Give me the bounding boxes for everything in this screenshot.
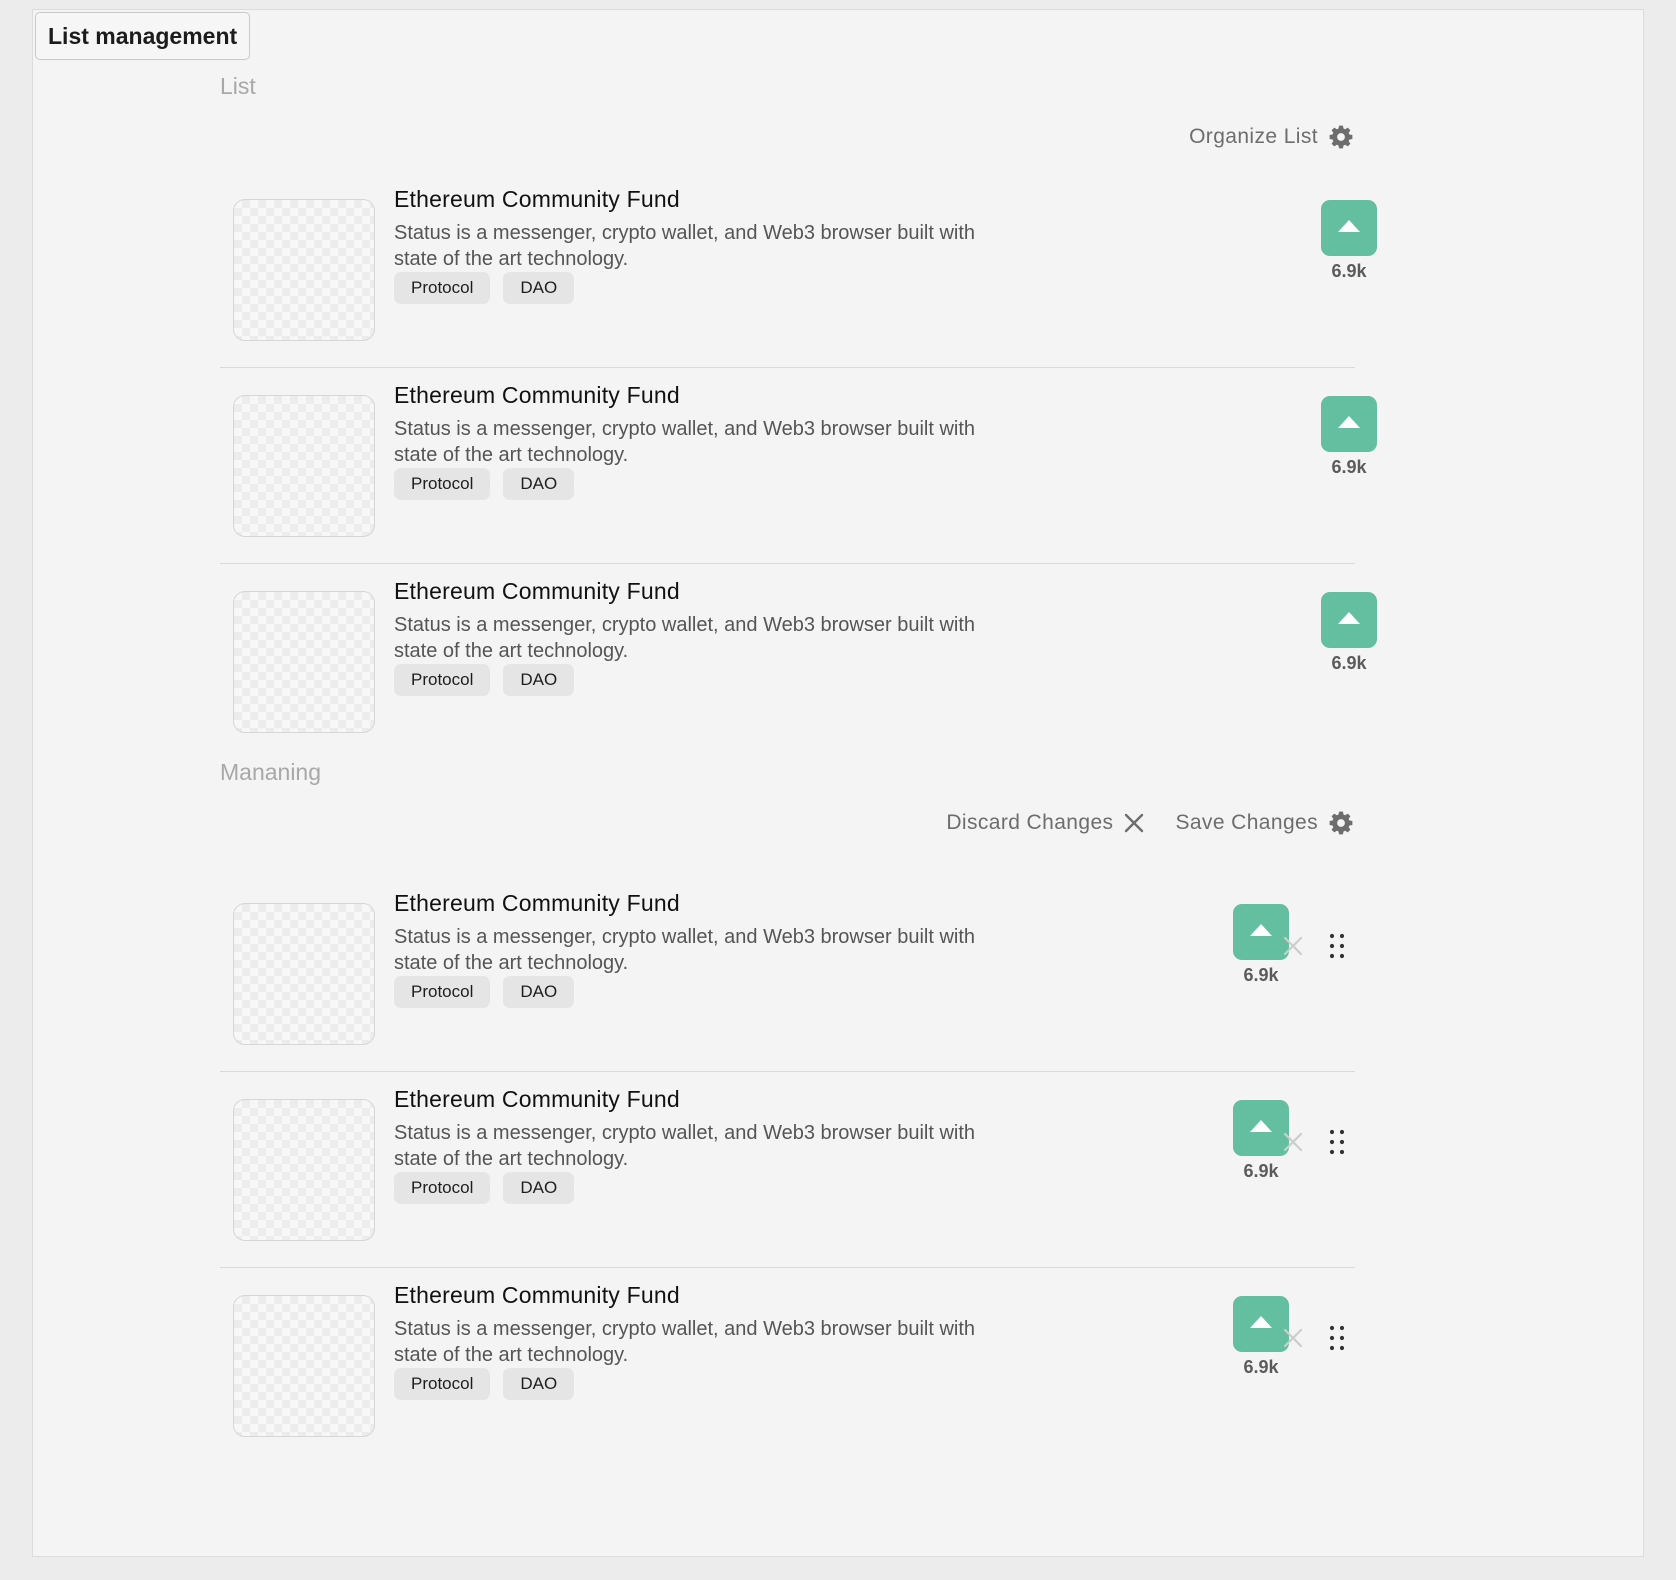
project-description: Status is a messenger, crypto wallet, an…: [394, 1318, 976, 1366]
managing-toolbar: Discard Changes Save Changes: [946, 810, 1354, 836]
list-item: Ethereum Community Fund Status is a messe…: [220, 564, 1377, 760]
list-toolbar: Organize List: [1189, 124, 1354, 150]
tag-protocol: Protocol: [394, 468, 491, 500]
drag-handle-icon: [1329, 1325, 1345, 1356]
arrow-up-icon: [1248, 922, 1274, 943]
upvote-button[interactable]: [1321, 200, 1377, 256]
remove-item-button[interactable]: [1279, 1130, 1307, 1158]
tag-dao: DAO: [503, 1368, 575, 1400]
project-title: Ethereum Community Fund: [394, 890, 680, 916]
tag-dao: DAO: [503, 976, 575, 1008]
tag-list: Protocol DAO: [394, 664, 575, 696]
project-thumbnail: [233, 395, 375, 537]
discard-changes-button[interactable]: Discard Changes: [946, 811, 1145, 835]
tag-protocol: Protocol: [394, 664, 491, 696]
tag-dao: DAO: [503, 664, 575, 696]
frame-title: List management: [35, 12, 251, 60]
tag-protocol: Protocol: [394, 976, 491, 1008]
vote-count: 6.9k: [1331, 261, 1367, 281]
arrow-up-icon: [1248, 1314, 1274, 1335]
drag-handle-icon: [1329, 933, 1345, 964]
project-description: Status is a messenger, crypto wallet, an…: [394, 614, 976, 662]
discard-changes-label: Discard Changes: [946, 811, 1114, 834]
upvote-button[interactable]: [1321, 592, 1377, 648]
list-section-label: List: [220, 73, 256, 99]
project-title: Ethereum Community Fund: [394, 186, 680, 212]
project-thumbnail: [233, 199, 375, 341]
arrow-up-icon: [1336, 610, 1362, 631]
tag-list: Protocol DAO: [394, 1368, 575, 1400]
tag-dao: DAO: [503, 468, 575, 500]
gear-icon: [1328, 810, 1354, 836]
project-description: Status is a messenger, crypto wallet, an…: [394, 1122, 976, 1170]
managing-section: Ethereum Community Fund Status is a messe…: [220, 876, 1355, 1464]
arrow-up-icon: [1248, 1118, 1274, 1139]
tag-list: Protocol DAO: [394, 1172, 575, 1204]
project-thumbnail: [233, 591, 375, 733]
drag-handle[interactable]: [1324, 1325, 1350, 1356]
gear-icon: [1328, 124, 1354, 150]
tag-protocol: Protocol: [394, 1172, 491, 1204]
tag-dao: DAO: [503, 272, 575, 304]
project-thumbnail: [233, 1295, 375, 1437]
close-icon: [1282, 935, 1304, 962]
close-icon: [1282, 1131, 1304, 1158]
save-changes-label: Save Changes: [1175, 811, 1318, 834]
arrow-up-icon: [1336, 218, 1362, 239]
project-description: Status is a messenger, crypto wallet, an…: [394, 222, 976, 270]
managing-section-label: Mananing: [220, 759, 322, 785]
vote-count: 6.9k: [1331, 457, 1367, 477]
project-title: Ethereum Community Fund: [394, 382, 680, 408]
tag-dao: DAO: [503, 1172, 575, 1204]
project-description: Status is a messenger, crypto wallet, an…: [394, 418, 976, 466]
organize-list-button[interactable]: Organize List: [1189, 124, 1354, 150]
vote-count: 6.9k: [1243, 1161, 1279, 1181]
organize-list-label: Organize List: [1189, 125, 1318, 148]
list-item: Ethereum Community Fund Status is a messe…: [220, 368, 1377, 564]
remove-item-button[interactable]: [1279, 1326, 1307, 1354]
list-item: Ethereum Community Fund Status is a messe…: [220, 1268, 1355, 1464]
project-title: Ethereum Community Fund: [394, 1086, 680, 1112]
arrow-up-icon: [1336, 414, 1362, 435]
tag-protocol: Protocol: [394, 272, 491, 304]
upvote-control: 6.9k: [1321, 592, 1377, 674]
vote-count: 6.9k: [1243, 965, 1279, 985]
close-icon: [1123, 812, 1145, 834]
drag-handle[interactable]: [1324, 933, 1350, 964]
project-title: Ethereum Community Fund: [394, 578, 680, 604]
tag-protocol: Protocol: [394, 1368, 491, 1400]
project-title: Ethereum Community Fund: [394, 1282, 680, 1308]
save-changes-button[interactable]: Save Changes: [1175, 810, 1354, 836]
drag-handle[interactable]: [1324, 1129, 1350, 1160]
project-description: Status is a messenger, crypto wallet, an…: [394, 926, 976, 974]
upvote-control: 6.9k: [1321, 200, 1377, 282]
drag-handle-icon: [1329, 1129, 1345, 1160]
tag-list: Protocol DAO: [394, 468, 575, 500]
upvote-control: 6.9k: [1321, 396, 1377, 478]
vote-count: 6.9k: [1331, 653, 1367, 673]
project-thumbnail: [233, 903, 375, 1045]
close-icon: [1282, 1327, 1304, 1354]
upvote-button[interactable]: [1321, 396, 1377, 452]
vote-count: 6.9k: [1243, 1357, 1279, 1377]
list-item: Ethereum Community Fund Status is a messe…: [220, 876, 1355, 1072]
project-thumbnail: [233, 1099, 375, 1241]
list-item: Ethereum Community Fund Status is a messe…: [220, 172, 1377, 368]
tag-list: Protocol DAO: [394, 272, 575, 304]
tag-list: Protocol DAO: [394, 976, 575, 1008]
remove-item-button[interactable]: [1279, 934, 1307, 962]
list-section: Ethereum Community Fund Status is a messe…: [220, 172, 1377, 760]
list-item: Ethereum Community Fund Status is a messe…: [220, 1072, 1355, 1268]
